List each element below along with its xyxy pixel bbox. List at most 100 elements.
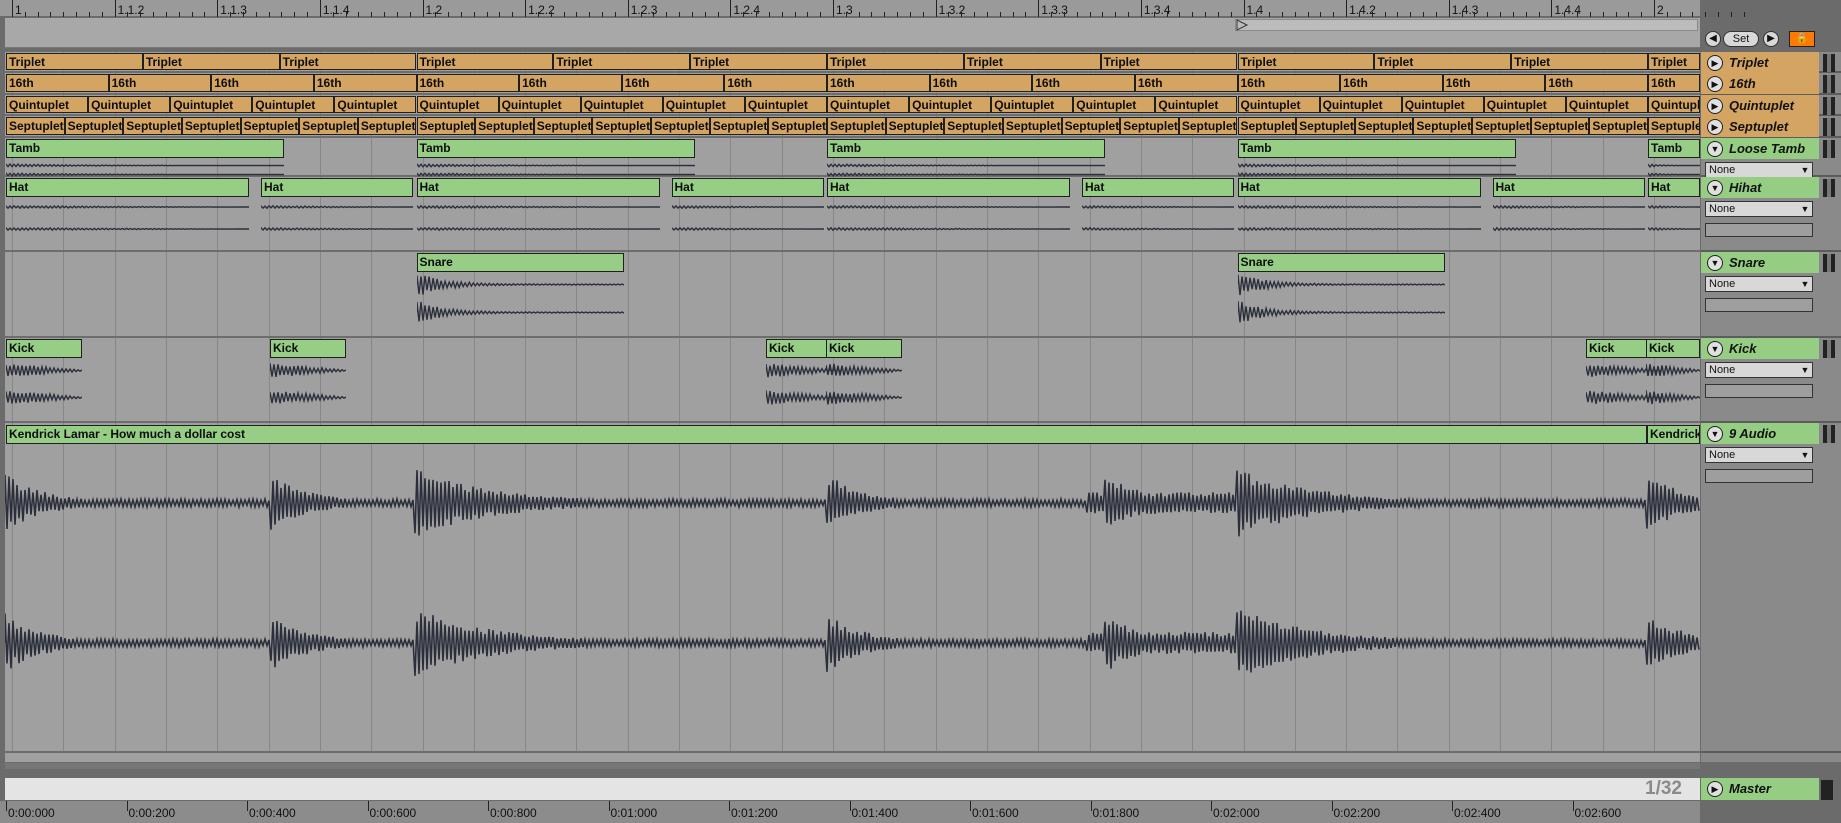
clip[interactable]: Kick: [269, 339, 347, 411]
clip-title[interactable]: Quintuplet: [89, 97, 169, 113]
clip[interactable]: Quintuplet: [580, 96, 663, 113]
clip-title[interactable]: Quintuplet: [1485, 97, 1565, 113]
clip[interactable]: Quintuplet: [991, 96, 1074, 113]
clip-title[interactable]: Septuplet: [1239, 118, 1296, 134]
track-header-9-audio[interactable]: ▼ 9 Audio None ▼: [1701, 423, 1841, 753]
clip[interactable]: Hat: [5, 178, 249, 240]
clip-title[interactable]: Kick: [270, 339, 346, 358]
clip-title[interactable]: Triplet: [281, 54, 416, 70]
clip[interactable]: Triplet: [6, 53, 143, 70]
clip-title[interactable]: Septuplet: [242, 118, 299, 134]
track-lane-triplet[interactable]: Triplet Triplet Triplet Triplet Triplet Tripl…: [5, 52, 1809, 73]
clip-title[interactable]: Quintuplet: [910, 97, 990, 113]
clip[interactable]: 16th: [519, 74, 622, 92]
clip-title[interactable]: Septuplet: [1532, 118, 1589, 134]
clip-title[interactable]: Septuplet: [183, 118, 240, 134]
clip-title[interactable]: Quintuplet: [500, 97, 580, 113]
track-lane-9-audio[interactable]: Kendrick Lamar - How much a dollar cost K…: [4, 423, 1809, 753]
clip[interactable]: Septuplet: [357, 117, 417, 135]
clip-title[interactable]: Hat: [1082, 178, 1234, 197]
clip[interactable]: Triplet: [690, 53, 827, 70]
clip[interactable]: Triplet: [1374, 53, 1512, 70]
clip-title[interactable]: Hat: [6, 178, 249, 197]
clip[interactable]: Triplet: [1648, 53, 1700, 70]
clip[interactable]: Triplet: [416, 53, 554, 70]
clip-title[interactable]: Triplet: [1239, 54, 1374, 70]
clip-title[interactable]: Quintuplet: [171, 97, 251, 113]
clip[interactable]: Septuplet: [885, 117, 945, 135]
clip-title[interactable]: Quintuplet: [746, 97, 826, 113]
clip[interactable]: Quintuplet: [334, 96, 417, 113]
clip-title[interactable]: Kick: [826, 339, 902, 358]
clip[interactable]: Septuplet: [533, 117, 593, 135]
clip[interactable]: Quintuplet: [1648, 96, 1700, 113]
chevron-down-icon[interactable]: ▼: [1799, 449, 1811, 461]
clip-title[interactable]: Tamb: [416, 139, 695, 158]
clip-title[interactable]: Septuplet: [535, 118, 592, 134]
chevron-down-icon[interactable]: ▼: [1799, 203, 1811, 215]
track-lane-septuplet[interactable]: Septuplet Septuplet Septuplet Septuplet Sept…: [5, 116, 1809, 138]
clip[interactable]: Septuplet: [1413, 117, 1473, 135]
track-input-select[interactable]: None ▼: [1705, 162, 1813, 178]
clip-title[interactable]: Septuplet: [1004, 118, 1061, 134]
clip[interactable]: 16th: [6, 74, 109, 92]
clip[interactable]: Triplet: [142, 53, 280, 70]
clip-title[interactable]: Septuplet: [1180, 118, 1237, 134]
clip[interactable]: Quintuplet: [416, 96, 499, 113]
clip-title[interactable]: Hat: [671, 178, 824, 197]
clip-title[interactable]: Triplet: [828, 54, 963, 70]
clip[interactable]: 16th: [1648, 74, 1700, 92]
clip[interactable]: Quintuplet: [170, 96, 253, 113]
clip[interactable]: Hat: [826, 178, 1070, 240]
chevron-down-icon[interactable]: ▼: [1799, 364, 1811, 376]
track-lane-quintuplet[interactable]: Quintuplet Quintuplet Quintuplet Quintuplet…: [5, 95, 1809, 116]
clip-title[interactable]: Septuplet: [1356, 118, 1413, 134]
clip[interactable]: Quintuplet: [909, 96, 992, 113]
clip-title[interactable]: 16th: [7, 75, 108, 91]
track-lane-16th[interactable]: 16th 16th 16th 16th 16th 16th 16th 16th 16th 16th…: [5, 73, 1809, 95]
clip[interactable]: Septuplet: [1530, 117, 1590, 135]
track-title-bar[interactable]: ▼ Hihat: [1701, 177, 1819, 198]
clip[interactable]: Quintuplet: [252, 96, 335, 113]
clip-title[interactable]: Triplet: [965, 54, 1100, 70]
clip[interactable]: Septuplet: [1354, 117, 1414, 135]
time-ruler[interactable]: 0:00:000 0:00:200 0:00:400 0:00:600 0:00:800…: [0, 801, 1700, 823]
clip[interactable]: Hat: [670, 178, 824, 240]
clip-title[interactable]: Quintuplet: [335, 97, 415, 113]
clip[interactable]: Septuplet: [1589, 117, 1648, 135]
clip-title[interactable]: Septuplet: [1063, 118, 1120, 134]
clip[interactable]: Hat: [415, 178, 660, 240]
clip-title[interactable]: Quintuplet: [582, 97, 662, 113]
clip[interactable]: 16th: [1237, 74, 1341, 92]
track-header-triplet[interactable]: ▶ Triplet: [1701, 52, 1841, 73]
clip-title[interactable]: Triplet: [1102, 54, 1237, 70]
audio-clip[interactable]: Kendrick: [1647, 425, 1700, 444]
play-icon[interactable]: ▶: [1707, 781, 1723, 797]
clip[interactable]: Septuplet: [651, 117, 710, 135]
clip-title[interactable]: Quintuplet: [7, 97, 87, 113]
clip[interactable]: Septuplet: [123, 117, 182, 135]
clip[interactable]: Septuplet: [1237, 117, 1297, 135]
clip[interactable]: Quintuplet: [498, 96, 581, 113]
clip-title[interactable]: 16th: [1444, 75, 1545, 91]
clip[interactable]: 16th: [1442, 74, 1546, 92]
clip[interactable]: Triplet: [1100, 53, 1238, 70]
clip[interactable]: 16th: [1134, 74, 1238, 92]
clip-title[interactable]: Septuplet: [1414, 118, 1471, 134]
clip[interactable]: Hat: [1491, 178, 1645, 240]
clip-title[interactable]: Septuplet: [1297, 118, 1354, 134]
clip-title[interactable]: Septuplet: [887, 118, 944, 134]
clip-title[interactable]: Quintuplet: [664, 97, 744, 113]
clip[interactable]: Septuplet: [827, 117, 886, 135]
clip[interactable]: Quintuplet: [1483, 96, 1566, 113]
clip-title[interactable]: Quintuplet: [1567, 97, 1647, 113]
play-icon[interactable]: ▶: [1707, 98, 1723, 114]
clip[interactable]: Septuplet: [592, 117, 652, 135]
clip[interactable]: Kick: [5, 339, 83, 411]
clip-title[interactable]: 16th: [315, 75, 416, 91]
clip[interactable]: Quintuplet: [827, 96, 910, 113]
clip-title[interactable]: Snare: [416, 253, 624, 272]
chevron-down-icon[interactable]: ▼: [1799, 164, 1811, 176]
clip[interactable]: Tamb: [1236, 139, 1516, 178]
track-header-quintuplet[interactable]: ▶ Quintuplet: [1701, 95, 1841, 116]
